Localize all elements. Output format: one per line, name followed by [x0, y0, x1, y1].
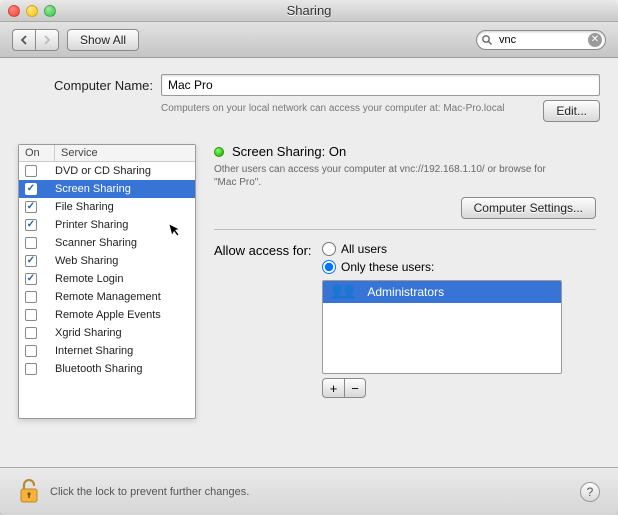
service-row[interactable]: Printer Sharing — [19, 216, 195, 234]
computer-name-input[interactable] — [161, 74, 600, 96]
clear-search-icon[interactable]: ✕ — [588, 33, 602, 47]
status-led-icon — [214, 147, 224, 157]
service-row[interactable]: Remote Management — [19, 288, 195, 306]
service-label: Screen Sharing — [55, 183, 131, 195]
service-label: Remote Apple Events — [55, 309, 161, 321]
radio-all-users[interactable]: All users — [322, 242, 434, 256]
preferences-window: Sharing Show All ✕ Computer Name: Comput… — [0, 0, 618, 515]
service-row[interactable]: Xgrid Sharing — [19, 324, 195, 342]
col-on[interactable]: On — [19, 145, 55, 161]
service-checkbox[interactable] — [25, 165, 37, 177]
service-label: Xgrid Sharing — [55, 327, 122, 339]
col-service[interactable]: Service — [55, 145, 195, 161]
add-remove-group: + − — [322, 378, 596, 398]
service-label: DVD or CD Sharing — [55, 165, 151, 177]
show-all-button[interactable]: Show All — [67, 29, 139, 51]
service-checkbox[interactable] — [25, 363, 37, 375]
service-checkbox[interactable] — [25, 309, 37, 321]
radio-only-users[interactable]: Only these users: — [322, 260, 434, 274]
content-area: Computer Name: Computers on your local n… — [0, 58, 618, 419]
computer-name-row: Computer Name: — [18, 74, 600, 96]
service-checkbox[interactable] — [25, 255, 37, 267]
service-label: Printer Sharing — [55, 219, 128, 231]
computer-name-subtext: Computers on your local network can acce… — [161, 100, 535, 115]
service-checkbox[interactable] — [25, 237, 37, 249]
status-row: Screen Sharing: On — [214, 144, 596, 159]
edit-button[interactable]: Edit... — [543, 100, 600, 122]
service-row[interactable]: Bluetooth Sharing — [19, 360, 195, 378]
group-icon: 👤👤 — [329, 284, 361, 300]
service-checkbox[interactable] — [25, 183, 37, 195]
service-label: Remote Management — [55, 291, 161, 303]
service-row[interactable]: Remote Apple Events — [19, 306, 195, 324]
service-row[interactable]: Remote Login — [19, 270, 195, 288]
user-name: Administrators — [367, 285, 444, 299]
detail-pane: Screen Sharing: On Other users can acces… — [214, 144, 600, 419]
allow-access-label: Allow access for: — [214, 242, 314, 258]
service-checkbox[interactable] — [25, 201, 37, 213]
add-user-button[interactable]: + — [322, 378, 344, 398]
users-list[interactable]: 👤👤 Administrators — [322, 280, 562, 374]
service-row[interactable]: Web Sharing — [19, 252, 195, 270]
lock-text: Click the lock to prevent further change… — [50, 486, 570, 498]
service-label: Scanner Sharing — [55, 237, 137, 249]
service-checkbox[interactable] — [25, 219, 37, 231]
radio-only-input[interactable] — [322, 260, 336, 274]
services-list: On Service DVD or CD Sharing Screen Shari… — [18, 144, 196, 419]
service-label: Remote Login — [55, 273, 124, 285]
service-row[interactable]: Scanner Sharing — [19, 234, 195, 252]
remove-user-button[interactable]: − — [344, 378, 366, 398]
service-row[interactable]: Screen Sharing — [19, 180, 195, 198]
lock-icon[interactable] — [18, 479, 40, 505]
forward-button[interactable] — [35, 29, 59, 51]
service-label: Web Sharing — [55, 255, 118, 267]
search-field[interactable]: ✕ — [476, 30, 606, 50]
window-title: Sharing — [0, 3, 618, 18]
service-label: Internet Sharing — [55, 345, 133, 357]
service-label: Bluetooth Sharing — [55, 363, 142, 375]
service-checkbox[interactable] — [25, 291, 37, 303]
search-input[interactable] — [476, 30, 606, 50]
service-row[interactable]: DVD or CD Sharing — [19, 162, 195, 180]
computer-settings-button[interactable]: Computer Settings... — [461, 197, 596, 219]
services-header: On Service — [19, 145, 195, 162]
footer: Click the lock to prevent further change… — [0, 467, 618, 515]
radio-all-label: All users — [341, 242, 387, 256]
status-title: Screen Sharing: On — [232, 144, 346, 159]
titlebar: Sharing — [0, 0, 618, 22]
radio-all-input[interactable] — [322, 242, 336, 256]
search-icon — [481, 34, 493, 49]
service-checkbox[interactable] — [25, 345, 37, 357]
status-body: Other users can access your computer at … — [214, 163, 554, 189]
help-button[interactable]: ? — [580, 482, 600, 502]
service-row[interactable]: File Sharing — [19, 198, 195, 216]
toolbar: Show All ✕ — [0, 22, 618, 58]
service-row[interactable]: Internet Sharing — [19, 342, 195, 360]
service-checkbox[interactable] — [25, 327, 37, 339]
back-button[interactable] — [12, 29, 35, 51]
allow-access-row: Allow access for: All users Only these u… — [214, 242, 596, 274]
service-label: File Sharing — [55, 201, 114, 213]
user-row[interactable]: 👤👤 Administrators — [323, 281, 561, 303]
nav-group — [12, 29, 59, 51]
computer-name-label: Computer Name: — [18, 78, 153, 93]
radio-only-label: Only these users: — [341, 260, 434, 274]
service-checkbox[interactable] — [25, 273, 37, 285]
divider — [214, 229, 596, 230]
